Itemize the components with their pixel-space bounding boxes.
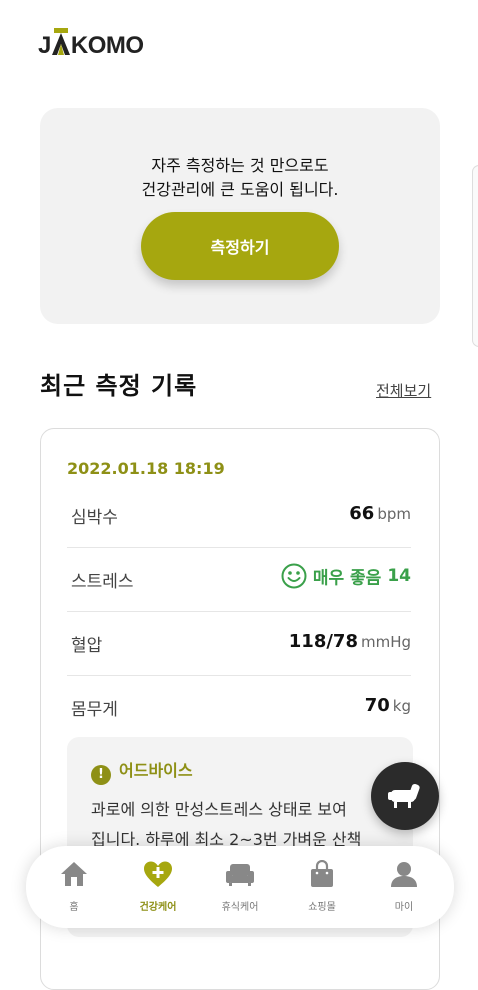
hero-text-line1: 자주 측정하는 것 만으로도 <box>151 156 329 175</box>
weight-label: 몸무게 <box>71 700 118 720</box>
blood-pressure-unit: mmHg <box>360 633 411 651</box>
massage-chair-icon <box>388 783 420 808</box>
section-title: 최근 측정 기록 <box>40 372 198 400</box>
alert-icon: ! <box>91 765 111 785</box>
rest-care-fab[interactable] <box>371 762 439 830</box>
weight-unit: kg <box>392 697 411 715</box>
stress-score: 14 <box>387 566 411 586</box>
record-date: 2022.01.18 18:19 <box>67 459 225 478</box>
heart-rate-label: 심박수 <box>71 508 118 528</box>
stress-status: 매우 좋음 <box>312 568 382 589</box>
weight-value: 70 kg <box>364 695 411 716</box>
shopping-bag-icon <box>311 860 333 887</box>
stress-row: 스트레스 매우 좋음 14 <box>67 547 411 612</box>
measure-button[interactable]: 측정하기 <box>141 212 339 280</box>
heart-plus-icon <box>144 861 172 887</box>
weight-row: 몸무게 70 kg <box>67 675 411 739</box>
nav-shopping-mall[interactable]: 쇼핑몰 <box>282 856 362 913</box>
sofa-icon <box>226 864 254 886</box>
nav-home-label: 홈 <box>69 902 79 913</box>
nav-health-care[interactable]: 건강케어 <box>118 856 198 913</box>
heart-rate-unit: bpm <box>377 505 411 523</box>
stress-label: 스트레스 <box>71 572 134 592</box>
home-icon <box>61 862 87 886</box>
logo-a-mark <box>51 28 70 55</box>
nav-health-care-label: 건강케어 <box>139 902 177 913</box>
advice-title: ! 어드바이스 <box>91 757 193 785</box>
logo-text: J KOMO <box>38 28 144 59</box>
heart-rate-value: 66 bpm <box>349 503 411 524</box>
nav-shopping-mall-label: 쇼핑몰 <box>308 902 336 913</box>
nav-home[interactable]: 홈 <box>34 856 114 913</box>
blood-pressure-value: 118/78 mmHg <box>288 631 411 652</box>
nav-rest-care[interactable]: 휴식케어 <box>200 856 280 913</box>
nav-my-label: 마이 <box>394 902 414 913</box>
jakomo-logo[interactable]: J KOMO <box>38 28 144 66</box>
hero-text-line2: 건강관리에 큰 도움이 됩니다. <box>141 180 339 199</box>
blood-pressure-row: 혈압 118/78 mmHg <box>67 611 411 676</box>
nav-rest-care-label: 휴식케어 <box>221 902 259 913</box>
user-icon <box>391 862 417 887</box>
nav-my[interactable]: 마이 <box>364 856 444 913</box>
heart-rate-row: 심박수 66 bpm <box>67 483 411 548</box>
bottom-nav: 홈 건강케어 휴식케어 쇼핑몰 마이 <box>26 846 454 928</box>
blood-pressure-label: 혈압 <box>71 636 103 656</box>
next-card-edge[interactable] <box>472 165 478 347</box>
advice-line1: 과로에 의한 만성스트레스 상태로 보여 <box>91 800 347 819</box>
view-all-link[interactable]: 전체보기 <box>376 380 431 401</box>
stress-value: 매우 좋음 14 <box>281 563 411 589</box>
measure-prompt-card: 자주 측정하는 것 만으로도 건강관리에 큰 도움이 됩니다. 측정하기 <box>40 108 440 324</box>
smile-icon <box>281 563 307 589</box>
